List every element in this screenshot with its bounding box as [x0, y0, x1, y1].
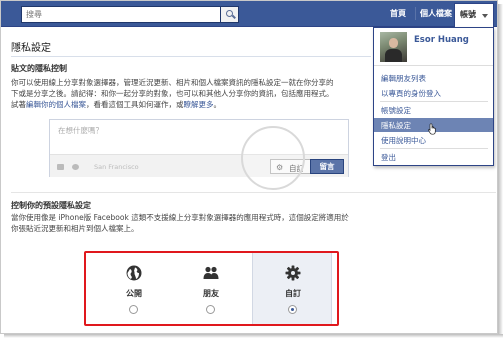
- tag-friend-icon[interactable]: [57, 164, 64, 170]
- menu-item-logout[interactable]: 登出: [374, 150, 493, 164]
- nav-divider: [415, 7, 416, 20]
- highlight-annotation: [84, 251, 339, 326]
- hand-cursor-icon: [428, 123, 436, 135]
- location-text: San Francisco: [94, 163, 139, 171]
- account-menu-label: 帳號: [460, 10, 476, 19]
- menu-item-help-center[interactable]: 使用說明中心: [374, 133, 493, 147]
- title-divider: [11, 56, 371, 57]
- chevron-down-icon: [482, 14, 488, 18]
- search-input[interactable]: 搜尋: [21, 6, 221, 23]
- menu-item-edit-friend-lists[interactable]: 編輯朋友列表: [374, 71, 493, 85]
- learn-more-link[interactable]: 瞭解更多: [184, 100, 214, 109]
- menu-item-account-settings[interactable]: 帳號設定: [374, 103, 493, 117]
- edit-profile-link[interactable]: 編輯你的個人檔案: [26, 100, 86, 109]
- section-divider: [11, 192, 496, 193]
- page-title: 隱私設定: [11, 43, 51, 54]
- avatar: [380, 32, 407, 62]
- account-dropdown-menu: Esor Huang 編輯朋友列表 以專頁的身份登入 帳號設定 隱私設定 使用說…: [373, 27, 494, 166]
- user-name: Esor Huang: [414, 35, 469, 45]
- location-icon[interactable]: [72, 164, 79, 170]
- dropdown-profile[interactable]: Esor Huang: [374, 28, 493, 66]
- composer-placeholder: 在想什麼嗎？: [58, 126, 103, 135]
- search-button[interactable]: [220, 6, 239, 23]
- nav-profile-link[interactable]: 個人檔案: [420, 8, 452, 19]
- default-privacy-heading: 控制你的預設隱私設定: [11, 201, 91, 210]
- window-frame: 搜尋 首頁 個人檔案 帳號 隱私設定 貼文的隱私控制 你可以使用線上分享對象選擇…: [0, 0, 498, 334]
- post-privacy-heading: 貼文的隱私控制: [11, 64, 67, 73]
- top-navigation-bar: 搜尋 首頁 個人檔案 帳號: [1, 1, 497, 27]
- default-privacy-description: 當你使用像是 iPhone版 Facebook 這類不支援線上分享對象選擇器的應…: [11, 213, 349, 233]
- magnifier-circle: [241, 126, 305, 190]
- post-privacy-description: 你可以使用線上分享對象選擇器，管理近況更新、相片和個人檔案資訊的隱私設定一就在你…: [11, 78, 334, 109]
- menu-item-use-as-page[interactable]: 以專頁的身份登入: [374, 86, 493, 100]
- account-menu-button[interactable]: 帳號: [454, 3, 494, 27]
- status-composer[interactable]: 在想什麼嗎？ San Francisco ⚙ 自訂: [49, 119, 349, 177]
- post-button[interactable]: 留言: [310, 159, 344, 174]
- nav-home-link[interactable]: 首頁: [390, 8, 406, 19]
